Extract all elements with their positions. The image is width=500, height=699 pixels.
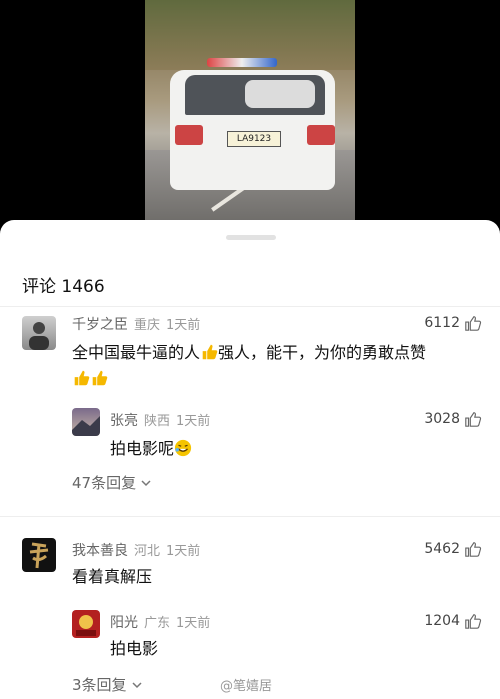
chevron-down-icon <box>141 479 151 486</box>
laughing-crying-emoji-icon <box>174 439 192 457</box>
reply-text-content: 拍电影呢 <box>110 439 175 458</box>
like-button[interactable]: 6112 <box>424 314 482 332</box>
avatar-festive-icon <box>76 615 96 636</box>
reply-like-button[interactable]: 1204 <box>424 612 482 630</box>
reply-like-count: 3028 <box>424 411 460 427</box>
thumbs-up-emoji-icon <box>92 370 108 386</box>
avatar-calligraphy-icon <box>29 542 49 569</box>
reply-meta: 阳光 广东 1天前 <box>110 612 210 632</box>
like-count: 6112 <box>424 315 460 331</box>
reply-location: 陕西 <box>144 414 171 429</box>
comment-username[interactable]: 千岁之臣 <box>72 317 128 333</box>
like-button[interactable]: 5462 <box>424 540 482 558</box>
thumbs-up-icon <box>465 614 482 629</box>
crushed-car <box>245 80 315 108</box>
comment-location: 河北 <box>134 544 161 559</box>
reply-time: 1天前 <box>176 616 211 631</box>
reply-avatar[interactable] <box>72 610 100 638</box>
comment-username[interactable]: 我本善良 <box>72 543 128 559</box>
comment-meta: 我本善良 河北 1天前 <box>72 540 200 560</box>
expand-replies-button[interactable]: 47条回复 <box>72 472 152 493</box>
divider <box>0 306 500 307</box>
thumbs-up-icon <box>465 542 482 557</box>
avatar-landscape-icon <box>72 416 100 436</box>
thumbs-up-icon <box>465 412 482 427</box>
comment-sheet: 评论 1466 千岁之臣 重庆 1天前 6112 全中国最牛逼的人 强人，能干，为你的… <box>0 220 500 699</box>
reply-like-count: 1204 <box>424 613 460 629</box>
reply-username[interactable]: 张亮 <box>110 413 138 429</box>
tail-light-right <box>307 125 335 145</box>
reply-location: 广东 <box>144 616 171 631</box>
reply-time: 1天前 <box>176 414 211 429</box>
comment-count: 评论 1466 <box>22 272 105 297</box>
comment-divider <box>0 516 500 517</box>
more-replies-label: 47条回复 <box>72 474 137 492</box>
reply-avatar[interactable] <box>72 408 100 436</box>
thumbs-up-emoji-icon <box>202 344 218 360</box>
avatar[interactable] <box>22 538 56 572</box>
comment-text: 全中国最牛逼的人 强人，能干，为你的勇敢点赞 <box>72 340 482 392</box>
comment-time: 1天前 <box>166 544 201 559</box>
reply-username[interactable]: 阳光 <box>110 615 138 631</box>
comment-text-part1: 全中国最牛逼的人 <box>72 343 201 362</box>
watermark: @笔嬉居 <box>220 679 273 694</box>
comment-time: 1天前 <box>166 318 201 333</box>
comment-text-part2: 强人，能干，为你的勇敢点赞 <box>218 343 427 362</box>
comment-location: 重庆 <box>134 318 161 333</box>
like-count: 5462 <box>424 541 460 557</box>
comment-count-value: 1466 <box>61 277 105 297</box>
video-frame: LA9123 <box>145 0 355 222</box>
comment-text: 看着真解压 <box>72 567 153 586</box>
reply-like-button[interactable]: 3028 <box>424 410 482 428</box>
chevron-down-icon <box>132 681 142 688</box>
thumbs-up-icon <box>465 316 482 331</box>
comment-count-label: 评论 <box>22 277 56 297</box>
tail-light-left <box>175 125 203 145</box>
comment-meta: 千岁之臣 重庆 1天前 <box>72 314 200 334</box>
video-player[interactable]: LA9123 <box>0 0 500 240</box>
reply-text: 拍电影呢 <box>110 436 192 462</box>
reply-text: 拍电影 <box>110 639 159 658</box>
more-replies-label: 3条回复 <box>72 676 127 694</box>
reply-meta: 张亮 陕西 1天前 <box>110 410 210 430</box>
avatar[interactable] <box>22 316 56 350</box>
drag-handle[interactable] <box>226 235 276 240</box>
thumbs-up-emoji-icon <box>74 370 90 386</box>
license-plate: LA9123 <box>227 131 281 147</box>
siren-lights <box>207 58 277 67</box>
expand-replies-button[interactable]: 3条回复 <box>72 674 143 695</box>
avatar-person-icon <box>29 322 49 350</box>
